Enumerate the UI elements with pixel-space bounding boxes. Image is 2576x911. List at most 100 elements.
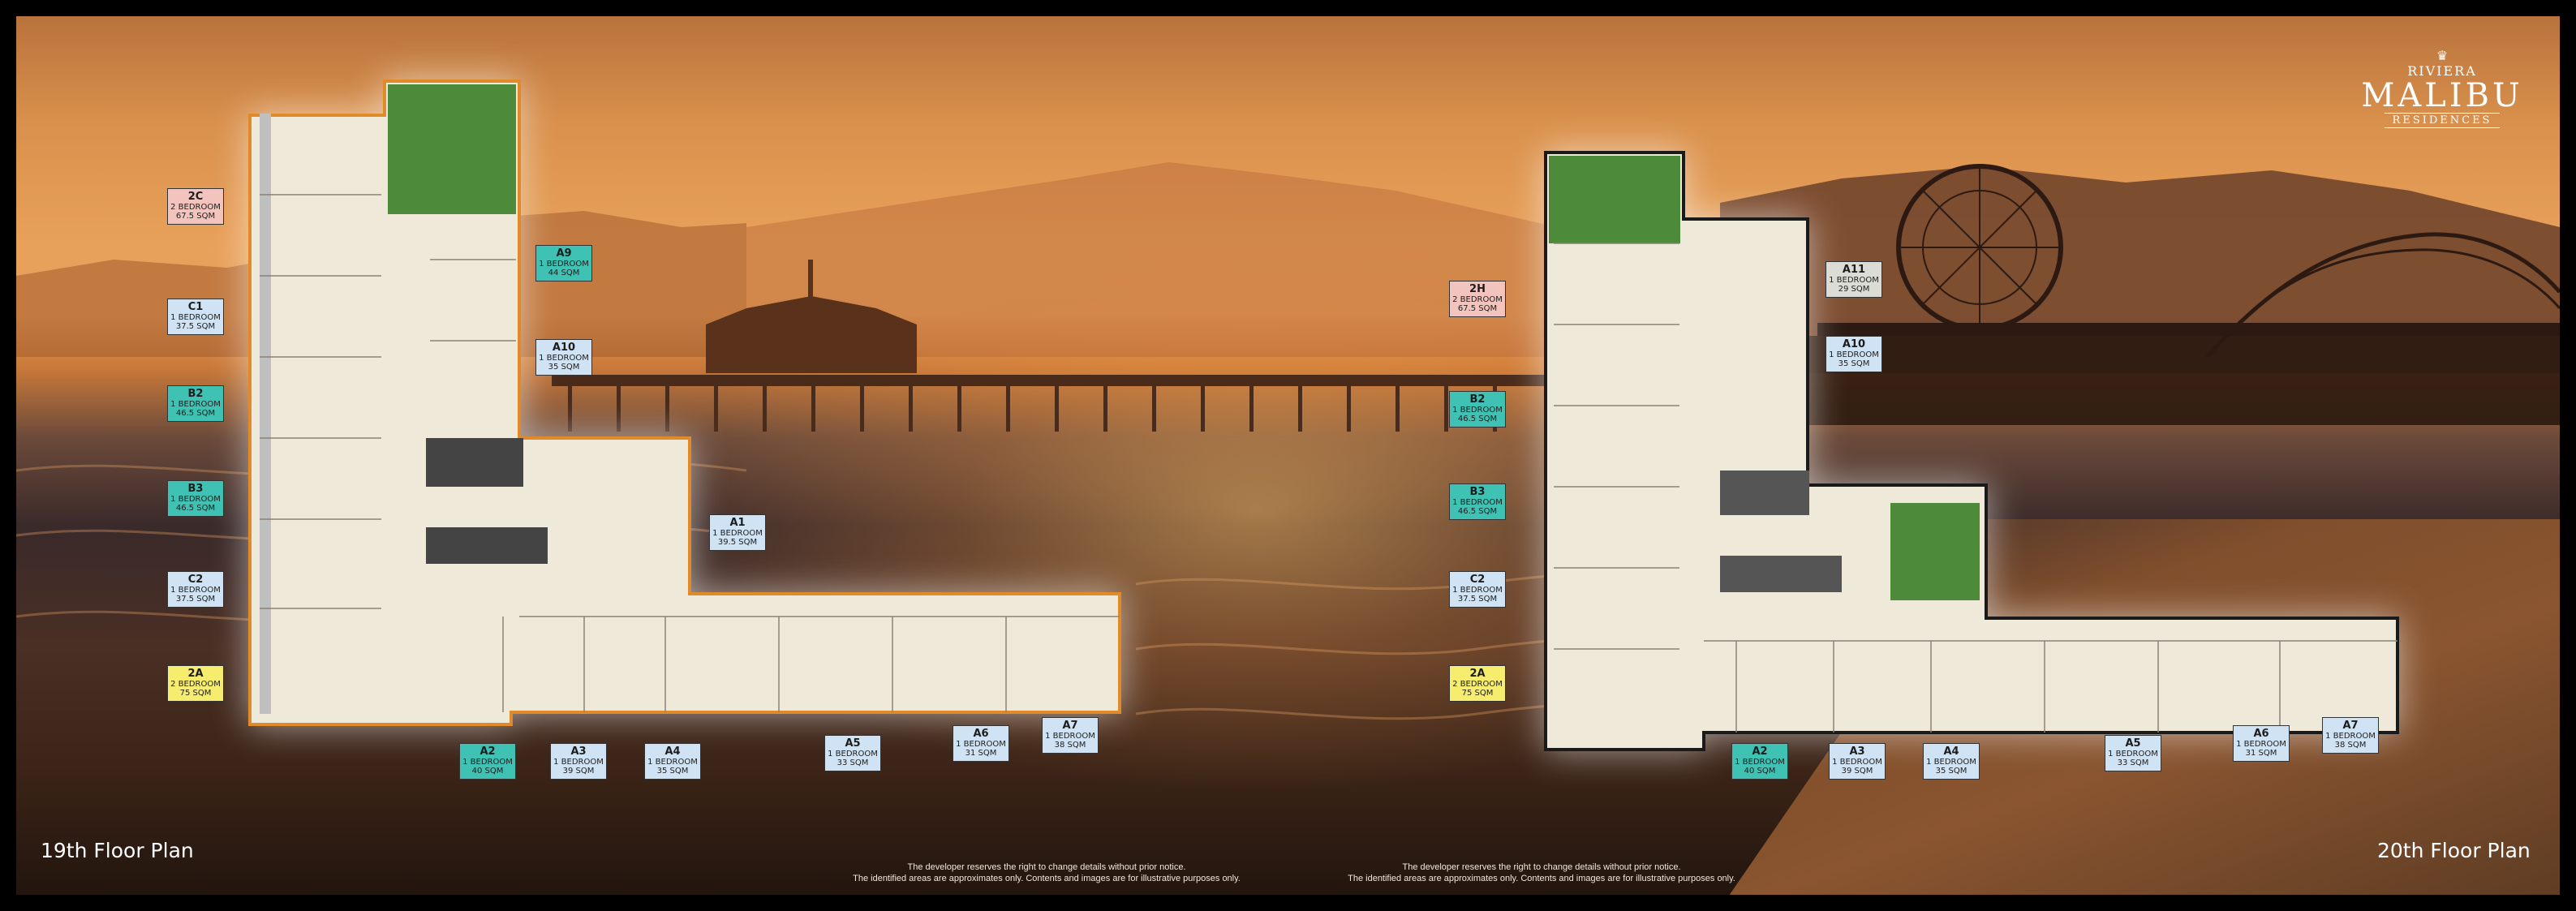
logo-sub: RESIDENCES xyxy=(2384,113,2501,128)
unit-code: A6 xyxy=(2253,728,2269,740)
unit-area: 40 SQM xyxy=(471,767,504,776)
unit-label: A7 1 BEDROOM 38 SQM xyxy=(2322,717,2379,754)
unit-code: A4 xyxy=(664,746,681,758)
unit-type: 1 BEDROOM xyxy=(170,400,221,409)
unit-code: B3 xyxy=(187,483,204,495)
floor-title-19: 19th Floor Plan xyxy=(41,839,194,862)
unit-label: A3 1 BEDROOM 39 SQM xyxy=(550,743,607,780)
unit-label: A5 1 BEDROOM 33 SQM xyxy=(2105,735,2161,771)
unit-label: B2 1 BEDROOM 46.5 SQM xyxy=(167,385,224,422)
unit-area: 44 SQM xyxy=(548,269,580,277)
unit-area: 75 SQM xyxy=(1461,689,1494,698)
unit-type: 1 BEDROOM xyxy=(2108,750,2158,758)
unit-label: 2A 2 BEDROOM 75 SQM xyxy=(1449,665,1506,702)
unit-code: A2 xyxy=(480,746,496,758)
garden-terrace-20a xyxy=(1549,156,1680,243)
unit-area: 40 SQM xyxy=(1744,767,1776,776)
logo-name: MALIBU xyxy=(2361,77,2523,114)
garden-terrace-20b xyxy=(1890,503,1980,600)
unit-area: 39.5 SQM xyxy=(717,538,758,547)
unit-type: 1 BEDROOM xyxy=(1926,758,1976,767)
unit-type: 1 BEDROOM xyxy=(1832,758,1882,767)
unit-area: 35 SQM xyxy=(1935,767,1967,776)
unit-code: B3 xyxy=(1469,486,1486,498)
unit-area: 67.5 SQM xyxy=(1457,304,1498,313)
unit-label: B3 1 BEDROOM 46.5 SQM xyxy=(167,480,224,517)
unit-type: 1 BEDROOM xyxy=(539,354,589,363)
unit-label: A3 1 BEDROOM 39 SQM xyxy=(1829,743,1886,780)
unit-label: C2 1 BEDROOM 37.5 SQM xyxy=(1449,571,1506,608)
unit-code: B2 xyxy=(187,388,204,400)
unit-label: C2 1 BEDROOM 37.5 SQM xyxy=(167,571,224,608)
unit-type: 1 BEDROOM xyxy=(2325,732,2376,741)
elevator-core-20 xyxy=(1720,471,1809,515)
unit-code: A5 xyxy=(845,737,861,750)
unit-area: 35 SQM xyxy=(1838,359,1870,368)
unit-label: A2 1 BEDROOM 40 SQM xyxy=(459,743,516,780)
unit-code: B2 xyxy=(1469,393,1486,406)
unit-area: 38 SQM xyxy=(1054,741,1086,750)
unit-type: 1 BEDROOM xyxy=(1735,758,1785,767)
unit-label: B3 1 BEDROOM 46.5 SQM xyxy=(1449,483,1506,520)
unit-type: 1 BEDROOM xyxy=(1452,586,1503,595)
disclaimer-line2: The identified areas are approximates on… xyxy=(1348,874,1735,883)
unit-code: A10 xyxy=(552,342,576,354)
unit-label: A2 1 BEDROOM 40 SQM xyxy=(1731,743,1788,780)
disclaimer-line1: The developer reserves the right to chan… xyxy=(1402,862,1681,872)
unit-code: A10 xyxy=(1842,338,1866,350)
unit-code: 2H xyxy=(1469,283,1486,295)
unit-label: A6 1 BEDROOM 31 SQM xyxy=(953,725,1009,762)
unit-area: 46.5 SQM xyxy=(1457,507,1498,516)
unit-code: A3 xyxy=(1849,746,1865,758)
unit-label: A10 1 BEDROOM 35 SQM xyxy=(1826,336,1882,372)
unit-area: 37.5 SQM xyxy=(1457,595,1498,604)
floor-plan-20 xyxy=(1544,151,2399,751)
unit-type: 1 BEDROOM xyxy=(1452,406,1503,415)
unit-type: 1 BEDROOM xyxy=(1829,276,1879,285)
unit-code: A1 xyxy=(729,517,746,529)
unit-code: A2 xyxy=(1752,746,1768,758)
unit-label: 2A 2 BEDROOM 75 SQM xyxy=(167,665,224,702)
unit-area: 39 SQM xyxy=(562,767,595,776)
unit-type: 1 BEDROOM xyxy=(170,313,221,322)
unit-type: 1 BEDROOM xyxy=(1452,498,1503,507)
unit-code: C2 xyxy=(187,574,204,586)
riviera-logo: ♛ RIVIERA MALIBU RESIDENCES xyxy=(2353,50,2531,128)
unit-label: A1 1 BEDROOM 39.5 SQM xyxy=(709,514,766,551)
unit-code: 2C xyxy=(187,191,204,203)
unit-area: 35 SQM xyxy=(548,363,580,372)
unit-code: A7 xyxy=(2342,720,2359,732)
unit-area: 37.5 SQM xyxy=(175,595,216,604)
crown-icon: ♛ xyxy=(2436,49,2449,63)
unit-area: 75 SQM xyxy=(179,689,212,698)
unit-type: 1 BEDROOM xyxy=(462,758,513,767)
unit-area: 46.5 SQM xyxy=(175,409,216,418)
unit-type: 2 BEDROOM xyxy=(1452,680,1503,689)
unit-code: C2 xyxy=(1469,574,1486,586)
unit-type: 1 BEDROOM xyxy=(1045,732,1095,741)
unit-code: A6 xyxy=(973,728,989,740)
unit-type: 2 BEDROOM xyxy=(170,203,221,212)
unit-type: 1 BEDROOM xyxy=(828,750,878,758)
unit-code: C1 xyxy=(187,301,204,313)
unit-type: 1 BEDROOM xyxy=(170,586,221,595)
unit-label: A10 1 BEDROOM 35 SQM xyxy=(535,339,592,376)
floor-plan-poster: ♛ RIVIERA MALIBU RESIDENCES 2C 2 BEDROOM 6… xyxy=(16,16,2560,895)
unit-code: A3 xyxy=(570,746,587,758)
unit-area: 46.5 SQM xyxy=(1457,415,1498,423)
unit-label: A7 1 BEDROOM 38 SQM xyxy=(1042,717,1099,754)
disclaimer-right: The developer reserves the right to chan… xyxy=(1314,862,1769,884)
unit-code: A4 xyxy=(1943,746,1959,758)
unit-area: 46.5 SQM xyxy=(175,504,216,513)
unit-area: 38 SQM xyxy=(2334,741,2367,750)
unit-area: 67.5 SQM xyxy=(175,212,216,221)
unit-area: 31 SQM xyxy=(965,749,997,758)
unit-type: 1 BEDROOM xyxy=(956,740,1006,749)
unit-type: 1 BEDROOM xyxy=(553,758,604,767)
unit-type: 1 BEDROOM xyxy=(647,758,698,767)
unit-label: 2H 2 BEDROOM 67.5 SQM xyxy=(1449,281,1506,317)
unit-area: 39 SQM xyxy=(1841,767,1873,776)
unit-label: A11 1 BEDROOM 29 SQM xyxy=(1826,261,1882,298)
unit-area: 33 SQM xyxy=(836,758,869,767)
unit-label: A9 1 BEDROOM 44 SQM xyxy=(535,245,592,281)
